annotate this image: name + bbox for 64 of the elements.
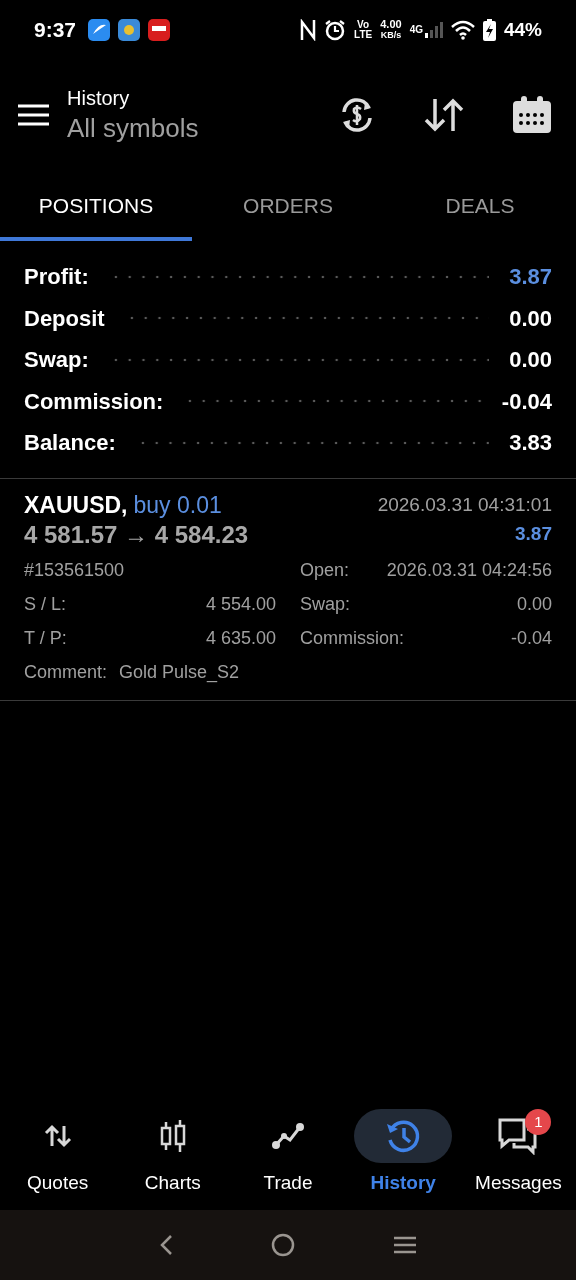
back-icon[interactable] bbox=[159, 1234, 173, 1256]
summary-value: -0.04 bbox=[501, 387, 552, 416]
open-time: 2026.03.31 04:24:56 bbox=[386, 559, 552, 582]
nav-item[interactable]: Quotes bbox=[0, 1109, 116, 1198]
field-label: Commission: bbox=[300, 627, 405, 650]
battery-icon bbox=[482, 19, 496, 41]
candlestick-icon bbox=[158, 1120, 187, 1152]
summary-value: 0.00 bbox=[509, 304, 552, 333]
sort-icon[interactable] bbox=[424, 98, 464, 132]
take-profit-value: 4 635.00 bbox=[205, 627, 276, 650]
arrows-icon bbox=[43, 1124, 72, 1148]
field-label: Comment: bbox=[24, 661, 108, 684]
notification-badge: 1 bbox=[525, 1109, 552, 1135]
nfc-icon bbox=[300, 19, 317, 41]
nav-item[interactable]: Charts bbox=[115, 1109, 231, 1198]
commission-value: -0.04 bbox=[510, 627, 552, 650]
calendar-icon[interactable] bbox=[512, 96, 552, 134]
menu-icon[interactable] bbox=[18, 104, 49, 126]
screen-title: History bbox=[67, 86, 131, 111]
volte-label: Vo bbox=[357, 20, 370, 30]
field-label: Open: bbox=[300, 559, 350, 582]
chat-icon bbox=[497, 1117, 540, 1155]
signal-icon bbox=[424, 22, 443, 38]
summary-value: 3.83 bbox=[509, 429, 552, 458]
summary-label: Deposit bbox=[24, 304, 105, 333]
nav-item[interactable]: 1 Messages bbox=[460, 1109, 576, 1198]
stop-loss-value: 4 554.00 bbox=[205, 593, 276, 616]
summary-label: Commission: bbox=[24, 387, 164, 416]
network-speed: 4.00 bbox=[380, 19, 402, 30]
field-label: T / P: bbox=[24, 627, 67, 650]
swap-value: 0.00 bbox=[516, 593, 552, 616]
tab[interactable]: POSITIONS bbox=[0, 170, 192, 241]
tab[interactable]: ORDERS bbox=[192, 170, 384, 241]
recents-icon[interactable] bbox=[393, 1236, 417, 1254]
summary-label: Profit: bbox=[24, 263, 89, 292]
tab[interactable]: DEALS bbox=[384, 170, 576, 241]
trade-direction: buy 0.01 bbox=[133, 490, 222, 520]
summary-label: Swap: bbox=[24, 346, 89, 375]
battery-percent: 44% bbox=[503, 17, 542, 42]
profit-value: 3.87 bbox=[515, 522, 552, 547]
ticket-number: #153561500 bbox=[24, 559, 125, 582]
summary-label: Balance: bbox=[24, 429, 116, 458]
wifi-icon bbox=[450, 20, 475, 40]
speed-unit: KB/s bbox=[380, 30, 402, 41]
price-range: 4 581.57 → 4 584.23 bbox=[24, 519, 249, 550]
comment-value: Gold Pulse_S2 bbox=[119, 661, 240, 685]
network-type: 4G bbox=[409, 23, 423, 37]
screen-subtitle[interactable]: All symbols bbox=[67, 111, 338, 145]
summary-value: 0.00 bbox=[509, 346, 552, 375]
symbol-name: XAUUSD, bbox=[24, 490, 128, 520]
nav-item[interactable]: Trade bbox=[230, 1109, 346, 1198]
field-label: Swap: bbox=[300, 593, 351, 616]
alarm-icon bbox=[324, 19, 347, 41]
history-icon bbox=[385, 1118, 422, 1154]
lte-label: LTE bbox=[354, 30, 373, 40]
home-icon[interactable] bbox=[271, 1233, 295, 1257]
app-icon bbox=[148, 19, 171, 41]
app-icon bbox=[88, 19, 111, 41]
field-label: S / L: bbox=[24, 593, 67, 616]
close-time: 2026.03.31 04:31:01 bbox=[377, 492, 552, 517]
app-icon bbox=[118, 19, 141, 41]
clock-time: 9:37 bbox=[34, 17, 77, 44]
line-chart-icon bbox=[271, 1122, 305, 1150]
summary-value: 3.87 bbox=[509, 263, 552, 292]
